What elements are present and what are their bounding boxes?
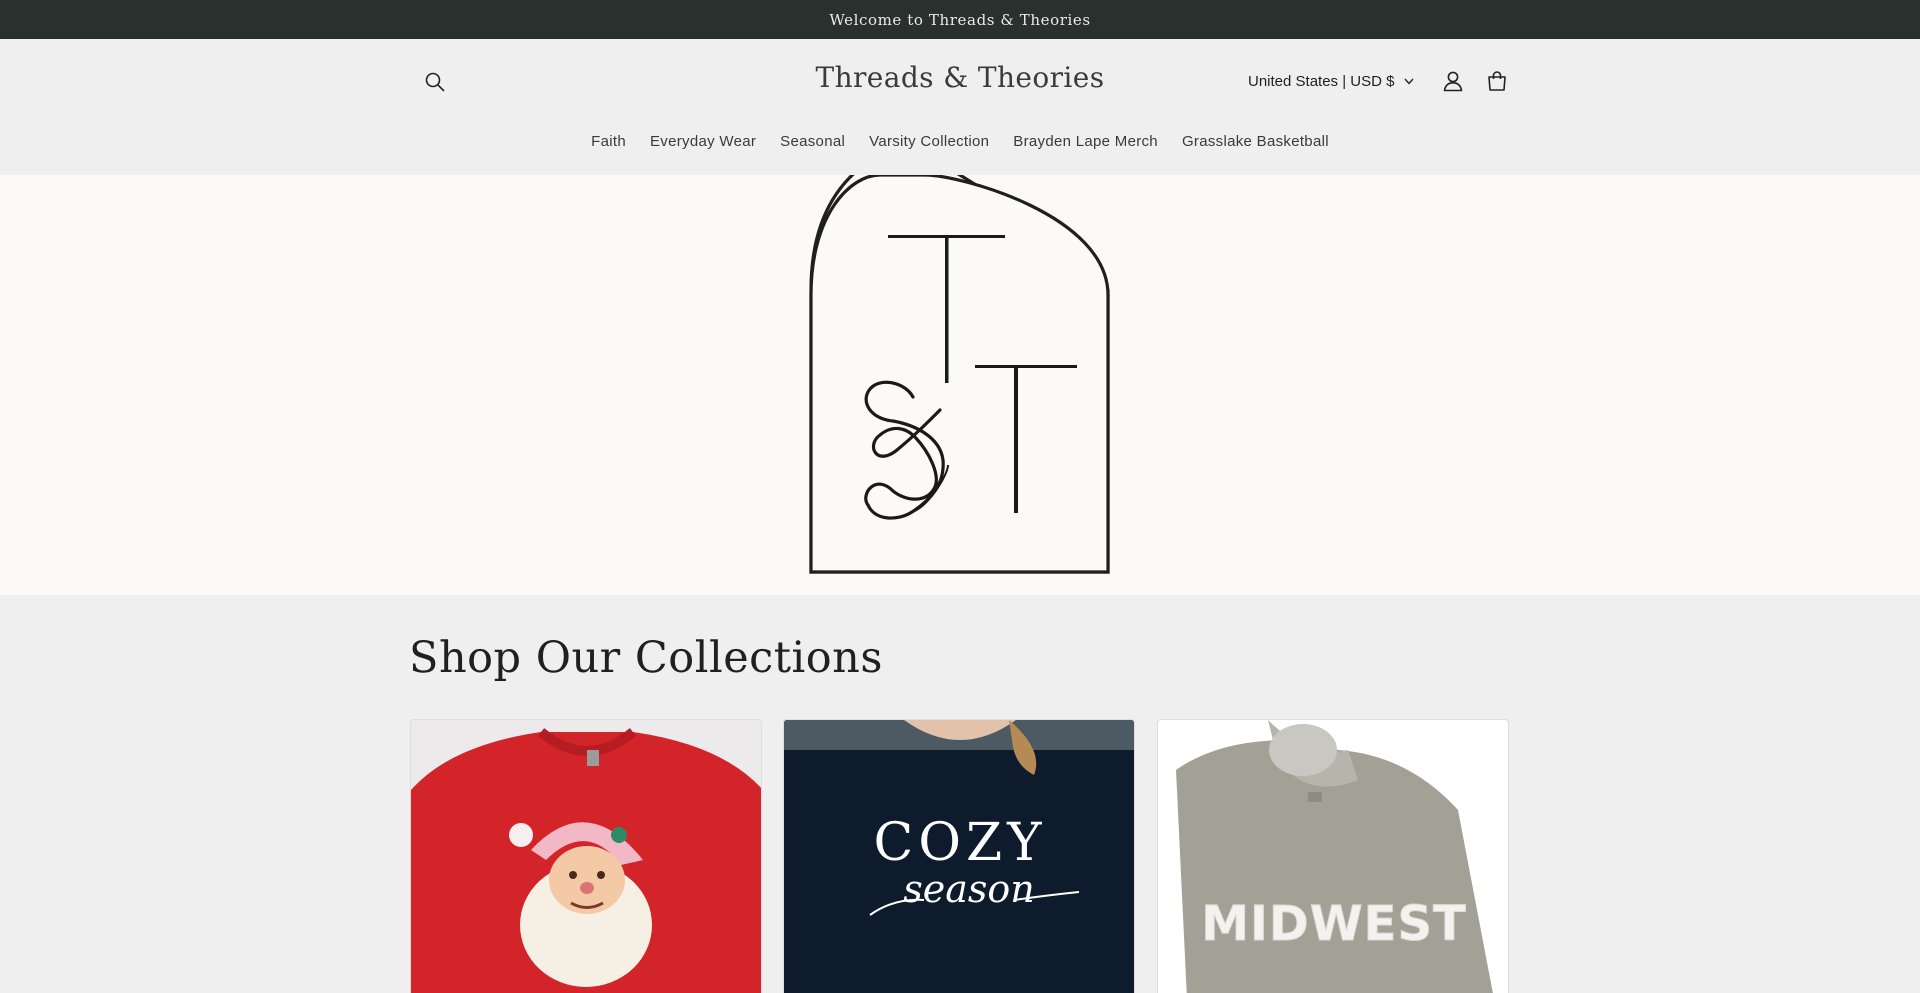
site-header: Threads & Theories United States | USD $… — [0, 39, 1920, 175]
nav-item-seasonal[interactable]: Seasonal — [768, 127, 857, 156]
nav-item-brayden-lape-merch[interactable]: Brayden Lape Merch — [1001, 127, 1170, 156]
announcement-bar: Welcome to Threads & Theories — [0, 0, 1920, 39]
country-selector[interactable]: United States | USD $ — [1248, 69, 1414, 93]
print-midwest: MIDWEST — [1201, 896, 1467, 952]
collection-card-santa[interactable] — [410, 719, 762, 993]
announcement-text: Welcome to Threads & Theories — [829, 10, 1091, 29]
cart-button[interactable] — [1479, 63, 1515, 99]
nav-item-everyday-wear[interactable]: Everyday Wear — [638, 127, 768, 156]
chevron-down-icon — [1404, 78, 1414, 85]
hero-logo-image — [809, 175, 1110, 574]
cart-icon — [1488, 71, 1506, 91]
brand-name[interactable]: Threads & Theories — [816, 61, 1105, 94]
hero-banner — [0, 175, 1920, 595]
account-icon — [1443, 71, 1463, 92]
account-button[interactable] — [1435, 63, 1471, 99]
collection-card-midwest[interactable]: MIDWEST — [1157, 719, 1509, 993]
print-season: season — [903, 867, 1035, 911]
nav-item-faith[interactable]: Faith — [579, 127, 638, 156]
collection-image-santa — [411, 720, 761, 993]
main-nav: Faith Everyday Wear Seasonal Varsity Col… — [0, 123, 1920, 159]
collection-image-cozy-season: COZY season — [784, 720, 1134, 993]
collections-section: Shop Our Collections COZY season MIDWEST — [0, 595, 1920, 993]
country-label: United States | USD $ — [1248, 72, 1395, 90]
collection-image-midwest: MIDWEST — [1158, 720, 1508, 993]
print-cozy: COZY — [874, 813, 1047, 873]
collection-card-cozy-season[interactable]: COZY season — [783, 719, 1135, 993]
nav-item-grasslake-basketball[interactable]: Grasslake Basketball — [1170, 127, 1341, 156]
nav-item-varsity-collection[interactable]: Varsity Collection — [857, 127, 1001, 156]
section-title: Shop Our Collections — [409, 633, 883, 683]
header-row: Threads & Theories United States | USD $ — [409, 39, 1511, 123]
